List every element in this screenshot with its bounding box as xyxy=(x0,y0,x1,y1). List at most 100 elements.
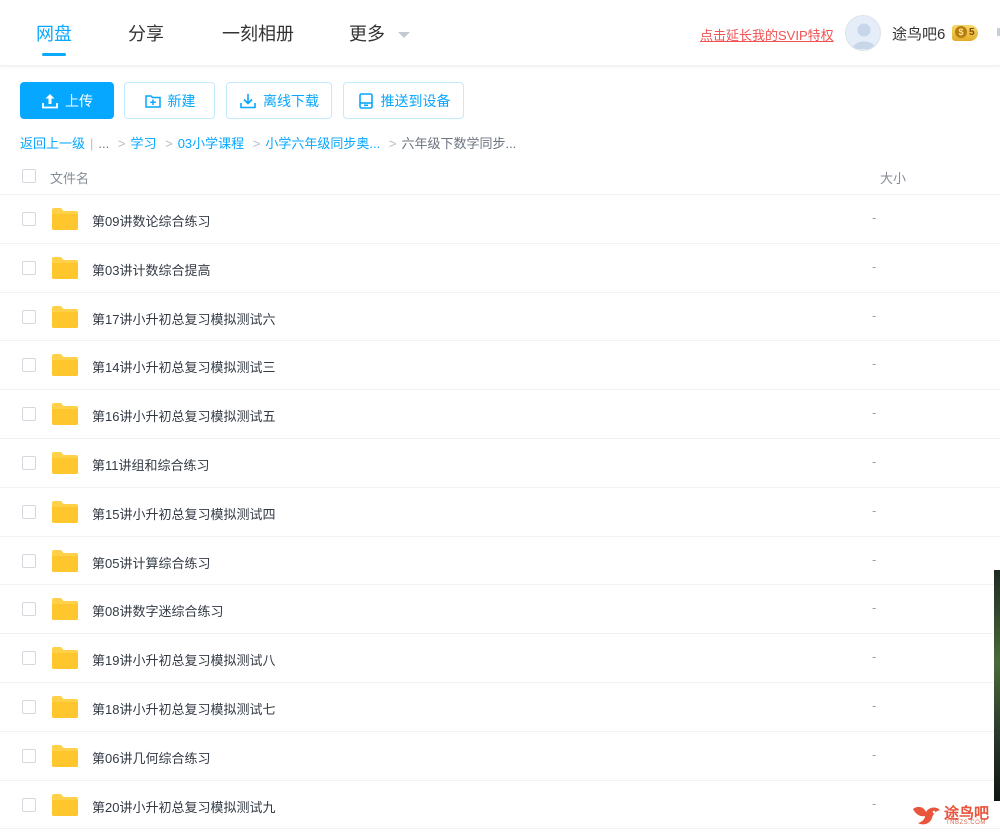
row-checkbox[interactable] xyxy=(22,260,36,275)
breadcrumb-current: 六年级下数学同步... xyxy=(401,136,517,151)
folder-icon[interactable] xyxy=(51,695,79,719)
file-size: - xyxy=(872,697,877,713)
column-header-size[interactable]: 大小 xyxy=(880,168,906,187)
table-row[interactable]: 第06讲几何综合练习 - xyxy=(0,732,1000,781)
upload-button[interactable]: 上传 xyxy=(20,82,114,119)
folder-icon[interactable] xyxy=(51,549,79,573)
table-row[interactable]: 第19讲小升初总复习模拟测试八 - xyxy=(0,634,1000,683)
table-row[interactable]: 第03讲计数综合提高 - xyxy=(0,244,1000,293)
file-size: - xyxy=(872,356,877,372)
table-row[interactable]: 第15讲小升初总复习模拟测试四 - xyxy=(0,488,1000,537)
new-folder-icon xyxy=(144,94,161,108)
folder-icon[interactable] xyxy=(51,646,79,670)
avatar[interactable] xyxy=(845,15,881,51)
breadcrumb-separator: > xyxy=(117,136,126,151)
breadcrumb-ellipsis[interactable]: ... xyxy=(98,136,109,151)
file-size: - xyxy=(872,258,877,274)
row-checkbox[interactable] xyxy=(22,212,36,226)
folder-icon[interactable] xyxy=(51,597,79,621)
tab-more[interactable]: 更多 xyxy=(349,20,411,46)
file-name[interactable]: 第08讲数字迷综合练习 xyxy=(92,601,223,620)
watermark-subtext: TNBZS.COM xyxy=(946,820,986,826)
row-checkbox[interactable] xyxy=(22,602,36,617)
breadcrumb-back-link[interactable]: 返回上一级 xyxy=(20,136,85,151)
device-icon xyxy=(358,92,373,109)
row-checkbox[interactable] xyxy=(22,797,36,812)
select-all-checkbox[interactable] xyxy=(22,169,36,183)
file-table-header: 文件名 大小 xyxy=(0,160,1000,195)
table-row[interactable]: 第08讲数字迷综合练习 - xyxy=(0,585,1000,635)
breadcrumb-item[interactable]: 小学六年级同步奥... xyxy=(265,136,380,151)
table-row[interactable]: 第14讲小升初总复习模拟测试三 - xyxy=(0,341,1000,391)
username[interactable]: 途鸟吧6 xyxy=(892,23,945,44)
row-checkbox[interactable] xyxy=(22,504,36,519)
row-checkbox[interactable] xyxy=(22,699,36,714)
file-name[interactable]: 第20讲小升初总复习模拟测试九 xyxy=(92,797,275,816)
folder-icon[interactable] xyxy=(51,353,79,377)
vip-level-number: 5 xyxy=(969,27,975,38)
table-row[interactable]: 第11讲组和综合练习 - xyxy=(0,439,1000,488)
tab-album-label: 一刻相册 xyxy=(222,24,294,44)
new-button[interactable]: 新建 xyxy=(124,82,215,119)
folder-icon[interactable] xyxy=(51,402,79,426)
file-size: - xyxy=(872,649,877,665)
folder-icon[interactable] xyxy=(51,793,79,817)
row-checkbox[interactable] xyxy=(22,455,36,470)
column-header-name[interactable]: 文件名 xyxy=(50,168,89,187)
offline-download-button[interactable]: 离线下载 xyxy=(226,82,332,119)
folder-icon[interactable] xyxy=(51,207,79,231)
file-size: - xyxy=(872,795,877,811)
upload-button-label: 上传 xyxy=(65,92,93,109)
file-name[interactable]: 第05讲计算综合练习 xyxy=(92,553,210,572)
folder-icon[interactable] xyxy=(51,500,79,524)
coin-icon: $ xyxy=(955,26,967,38)
svip-renew-link[interactable]: 点击延长我的SVIP特权 xyxy=(700,25,834,44)
breadcrumb-divider: | xyxy=(90,136,94,151)
watermark-logo: 途鸟吧 TNBZS.COM xyxy=(910,801,998,829)
table-row[interactable]: 第17讲小升初总复习模拟测试六 - xyxy=(0,293,1000,342)
tab-share[interactable]: 分享 xyxy=(128,20,164,46)
upload-icon xyxy=(42,93,58,108)
file-name[interactable]: 第15讲小升初总复习模拟测试四 xyxy=(92,504,275,523)
chevron-down-icon xyxy=(398,32,411,39)
tab-album[interactable]: 一刻相册 xyxy=(222,20,294,46)
folder-icon[interactable] xyxy=(51,744,79,768)
row-checkbox[interactable] xyxy=(22,651,36,666)
file-name[interactable]: 第06讲几何综合练习 xyxy=(92,748,210,767)
push-to-device-button[interactable]: 推送到设备 xyxy=(343,82,464,119)
file-name[interactable]: 第16讲小升初总复习模拟测试五 xyxy=(92,406,275,425)
bird-logo-icon xyxy=(913,806,940,825)
download-icon xyxy=(240,93,256,108)
table-row[interactable]: 第18讲小升初总复习模拟测试七 - xyxy=(0,683,1000,732)
tab-more-label: 更多 xyxy=(349,24,385,44)
folder-icon[interactable] xyxy=(51,451,79,475)
folder-icon[interactable] xyxy=(51,305,79,329)
file-name[interactable]: 第18讲小升初总复习模拟测试七 xyxy=(92,699,275,718)
file-name[interactable]: 第09讲数论综合练习 xyxy=(92,211,210,230)
row-checkbox[interactable] xyxy=(22,309,36,324)
file-list: 第09讲数论综合练习 - 第03讲计数综合提高 - 第17讲小升初总复习模拟测试六 - 第1… xyxy=(0,195,1000,830)
file-name[interactable]: 第17讲小升初总复习模拟测试六 xyxy=(92,309,275,328)
file-size: - xyxy=(872,405,877,421)
tab-netdisk[interactable]: 网盘 xyxy=(36,20,72,56)
file-name[interactable]: 第03讲计数综合提高 xyxy=(92,260,210,279)
new-button-label: 新建 xyxy=(167,92,196,109)
breadcrumb-item[interactable]: 学习 xyxy=(130,136,156,151)
table-row[interactable]: 第09讲数论综合练习 - xyxy=(0,195,1000,244)
folder-icon[interactable] xyxy=(51,256,79,280)
file-size: - xyxy=(872,600,877,616)
breadcrumb-item[interactable]: 03小学课程 xyxy=(178,136,244,151)
breadcrumb-separator: > xyxy=(165,136,173,151)
row-checkbox[interactable] xyxy=(22,407,36,422)
file-name[interactable]: 第14讲小升初总复习模拟测试三 xyxy=(92,357,275,376)
file-name[interactable]: 第19讲小升初总复习模拟测试八 xyxy=(92,650,275,669)
file-size: - xyxy=(872,210,877,225)
row-checkbox[interactable] xyxy=(22,358,36,373)
file-name[interactable]: 第11讲组和综合练习 xyxy=(92,455,210,474)
table-row[interactable]: 第05讲计算综合练习 - xyxy=(0,537,1000,586)
file-size: - xyxy=(872,307,877,323)
row-checkbox[interactable] xyxy=(22,748,36,763)
table-row[interactable]: 第20讲小升初总复习模拟测试九 - xyxy=(0,781,1000,830)
row-checkbox[interactable] xyxy=(22,553,36,568)
table-row[interactable]: 第16讲小升初总复习模拟测试五 - xyxy=(0,390,1000,439)
